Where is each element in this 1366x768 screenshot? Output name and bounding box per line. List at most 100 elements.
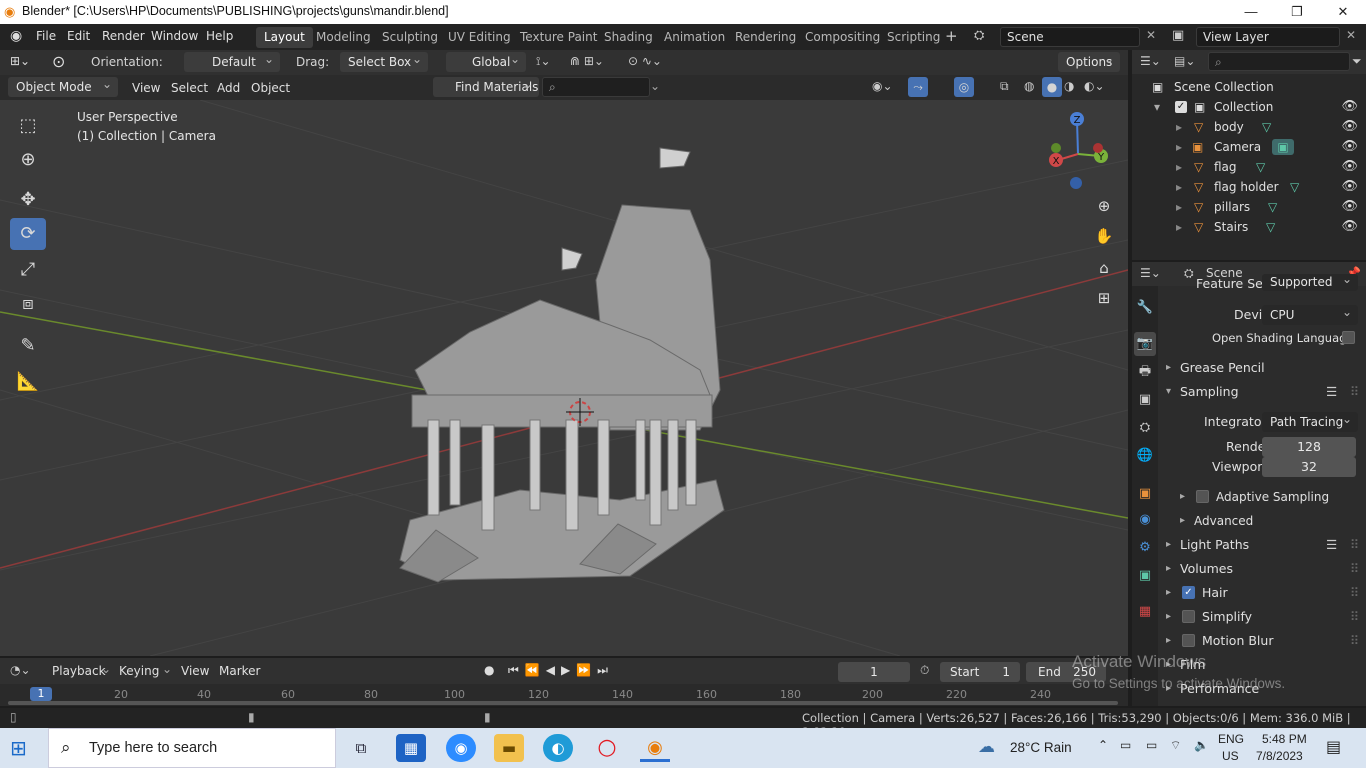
mesh-data-icon[interactable]: ▽ [1256, 157, 1265, 177]
tab-compositing[interactable]: Compositing [797, 27, 888, 48]
light-paths-panel[interactable]: ▸ Light Paths ☰ ⠿ [1166, 534, 1366, 556]
transform-orientation-dropdown[interactable]: Global [446, 49, 526, 72]
playhead-frame[interactable]: 1 [30, 687, 52, 701]
gizmo-toggle-icon[interactable]: ⤳ [908, 77, 928, 97]
tab-layout[interactable]: Layout [256, 27, 313, 48]
scene-tab-icon[interactable]: ⛭ [1134, 416, 1156, 440]
playback-menu[interactable]: Playback [52, 664, 106, 678]
timeline-editor-type-icon[interactable]: ◔⌄ [10, 663, 31, 677]
presets-icon[interactable]: ☰ [1326, 381, 1337, 403]
sampling-panel[interactable]: ▾ Sampling ☰ ⠿ [1166, 381, 1366, 403]
outliner-row-flag-holder[interactable]: ▸ ▽ flag holder ▽ 👁 [1132, 177, 1366, 197]
tray-chevron-icon[interactable]: ⌃ [1098, 738, 1108, 752]
constraints-tab-icon[interactable]: ⚙ [1134, 536, 1156, 560]
material-search-input[interactable]: ⌕ [542, 77, 650, 97]
file-explorer-icon[interactable]: ▬ [494, 734, 524, 762]
texture-tab-icon[interactable]: ▦ [1134, 600, 1156, 624]
visibility-icon[interactable]: ◉⌄ [872, 79, 893, 93]
store-icon[interactable]: ▦ [396, 734, 426, 762]
body-eye-icon[interactable]: 👁 [1341, 117, 1358, 137]
language-secondary[interactable]: US [1222, 749, 1239, 763]
active-tool-icon[interactable]: ⊙ [52, 52, 65, 71]
menu-object[interactable]: Object [251, 81, 290, 95]
camera-data-tab-icon[interactable]: ▣ [1134, 564, 1156, 588]
current-frame-field[interactable]: 1 [838, 662, 910, 682]
3d-viewport[interactable]: User Perspective (1) Collection | Camera… [0, 100, 1128, 656]
options-dropdown[interactable]: Options [1058, 49, 1120, 72]
drag-handle-icon[interactable]: ⠿ [1350, 606, 1359, 628]
outliner-row-camera[interactable]: ▸ ▣ Camera ▣ 👁 [1132, 137, 1366, 157]
advanced-panel[interactable]: ▸ Advanced [1166, 510, 1366, 532]
clock-time[interactable]: 5:48 PM [1262, 732, 1307, 746]
drag-handle-icon[interactable]: ⠿ [1350, 381, 1359, 403]
outliner-row-flag[interactable]: ▸ ▽ flag ▽ 👁 [1132, 157, 1366, 177]
drag-handle-icon[interactable]: ⠿ [1350, 582, 1359, 604]
outliner-editor-type-icon[interactable]: ☰⌄ [1140, 54, 1161, 68]
motion-blur-panel[interactable]: ▸ Motion Blur ⠿ [1166, 630, 1366, 652]
adaptive-sampling-checkbox[interactable] [1196, 490, 1209, 503]
drag-handle-icon[interactable]: ⠿ [1350, 630, 1359, 652]
render-samples-field[interactable]: 128 [1262, 437, 1356, 457]
wifi-icon[interactable]: ⌔ [1170, 738, 1181, 753]
language-primary[interactable]: ENG [1218, 732, 1244, 746]
object-tab-icon[interactable]: ▣ [1134, 482, 1156, 506]
mesh-data-icon[interactable]: ▽ [1268, 197, 1277, 217]
record-icon[interactable]: ● [484, 663, 494, 677]
proportional-edit-icon[interactable]: ⊙ ∿⌄ [628, 54, 662, 68]
stairs-eye-icon[interactable]: 👁 [1341, 217, 1358, 237]
opera-icon[interactable]: ○ [592, 734, 622, 762]
outliner-row-collection[interactable]: ▾ ✓ ▣ Collection 👁 [1132, 97, 1366, 117]
osl-checkbox[interactable] [1342, 331, 1355, 344]
timeline-scrollbar[interactable] [8, 701, 1118, 705]
marker-menu[interactable]: Marker [219, 664, 260, 678]
clock-date[interactable]: 7/8/2023 [1256, 749, 1303, 763]
taskbar-search-box[interactable]: ⌕ Type here to search [48, 728, 336, 768]
editor-type-icon[interactable]: ⊞⌄ [10, 54, 30, 68]
scene-remove-icon[interactable]: ✕ [1146, 28, 1156, 42]
hair-panel[interactable]: ▸ ✓ Hair ⠿ [1166, 582, 1366, 604]
edge-icon[interactable]: ◐ [543, 734, 573, 762]
outliner-display-mode-icon[interactable]: ▤⌄ [1174, 54, 1195, 68]
collection-checkbox[interactable]: ✓ [1175, 101, 1187, 113]
measure-tool-icon[interactable]: 📐 [10, 366, 46, 398]
feature-set-dropdown[interactable]: Supported [1262, 271, 1358, 291]
adaptive-sampling-panel[interactable]: ▸ Adaptive Sampling [1166, 486, 1366, 508]
rendered-shading-icon[interactable]: ◐⌄ [1084, 79, 1105, 93]
mesh-data-icon[interactable]: ▽ [1266, 217, 1275, 237]
tool-tab-icon[interactable]: 🔧 [1134, 296, 1156, 320]
render-tab-icon[interactable]: 📷 [1134, 332, 1156, 356]
outliner-row-scene-collection[interactable]: ▣ Scene Collection [1132, 77, 1366, 97]
outliner-filter-icon[interactable]: ⏷ [1352, 54, 1362, 69]
move-tool-icon[interactable]: ✥ [10, 184, 46, 216]
notification-icon[interactable]: ▤ [1326, 737, 1341, 756]
keying-menu[interactable]: Keying [119, 664, 159, 678]
timeline-ruler[interactable]: 1 20 40 60 80 100 120 140 160 180 200 22… [0, 684, 1128, 706]
clock-icon[interactable]: ⏱ [920, 663, 929, 678]
windows-start-icon[interactable]: ⊞ [10, 736, 36, 760]
outliner-row-pillars[interactable]: ▸ ▽ pillars ▽ 👁 [1132, 197, 1366, 217]
camera-eye-icon[interactable]: 👁 [1341, 137, 1358, 157]
zoom-app-icon[interactable]: ◉ [446, 734, 476, 762]
menu-file[interactable]: File [36, 29, 56, 43]
battery-icon[interactable]: ▭ [1146, 738, 1157, 752]
navigation-gizmo[interactable]: Z X Y [1042, 108, 1114, 192]
start-frame-field[interactable]: Start 1 [940, 662, 1020, 682]
pillars-eye-icon[interactable]: 👁 [1341, 197, 1358, 217]
maximize-button[interactable]: ❐ [1274, 0, 1320, 24]
hair-checkbox[interactable]: ✓ [1182, 586, 1195, 599]
output-tab-icon[interactable]: 🖶 [1134, 360, 1156, 384]
material-shading-icon[interactable]: ◑ [1064, 79, 1074, 93]
menu-select[interactable]: Select [171, 81, 208, 95]
mesh-data-icon[interactable]: ▽ [1290, 177, 1299, 197]
simplify-checkbox[interactable] [1182, 610, 1195, 623]
overlay-toggle-icon[interactable]: ◎ [954, 77, 974, 97]
close-button[interactable]: ✕ [1320, 0, 1366, 24]
expand-arrow-icon[interactable]: ▸ [1176, 117, 1182, 137]
view-layer-field[interactable]: View Layer [1196, 27, 1340, 47]
outliner-row-body[interactable]: ▸ ▽ body ▽ 👁 [1132, 117, 1366, 137]
cursor-tool-icon[interactable]: ⊕ [10, 144, 46, 176]
expand-arrow-icon[interactable]: ▸ [1176, 157, 1182, 177]
drag-dropdown[interactable]: Select Box [340, 49, 428, 72]
tab-texture-paint[interactable]: Texture Paint [512, 27, 605, 48]
select-box-tool-icon[interactable]: ⬚ [10, 110, 46, 142]
